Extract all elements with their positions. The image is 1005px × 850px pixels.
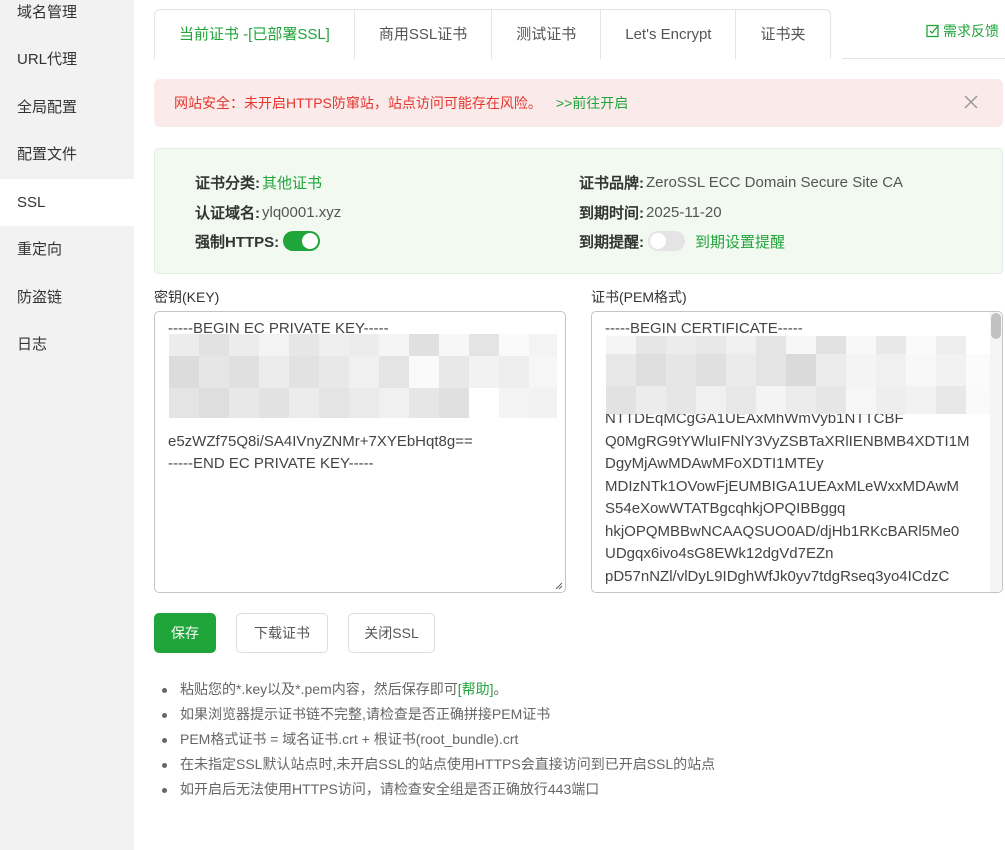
key-textarea[interactable]: -----BEGIN EC PRIVATE KEY----- e5zWZf75Q… — [154, 311, 566, 593]
alert-enable-link[interactable]: >>前往开启 — [556, 93, 628, 113]
tab-lets-encrypt[interactable]: Let's Encrypt — [601, 10, 737, 59]
list-item: 如开启后无法使用HTTPS访问，请检查安全组是否正确放行443端口 — [162, 777, 715, 802]
cert-scrollbar[interactable] — [990, 312, 1002, 592]
key-label: 密钥(KEY) — [154, 289, 220, 305]
tab-cert-folder[interactable]: 证书夹 — [736, 10, 829, 59]
force-https-label: 强制HTTPS: — [195, 233, 280, 251]
alert-text: 网站安全：未开启HTTPS防窜站，站点访问可能存在风险。 — [174, 95, 542, 111]
force-https-toggle[interactable] — [283, 231, 321, 251]
cert-label: 证书(PEM格式) — [591, 289, 687, 305]
tip-text: 粘贴您的*.key以及*.pem内容，然后保存即可 — [180, 681, 458, 697]
expire-reminder-label: 到期提醒: — [579, 233, 644, 251]
toggle-knob — [650, 233, 666, 249]
sidebar-item-hotlink[interactable]: 防盗链 — [0, 274, 134, 322]
cert-brand-value: ZeroSSL ECC Domain Secure Site CA — [646, 173, 904, 191]
tab-commercial-ssl[interactable]: 商用SSL证书 — [355, 10, 493, 59]
cert-category-value: 其他证书 — [262, 174, 323, 192]
cert-domain-row: 认证域名: ylq0001.xyz — [195, 201, 341, 223]
sidebar-item-redirect[interactable]: 重定向 — [0, 226, 134, 274]
tab-test-cert[interactable]: 测试证书 — [492, 10, 602, 59]
list-item: PEM格式证书 = 域名证书.crt + 根证书(root_bundle).cr… — [162, 727, 715, 752]
ssl-tabs: 当前证书 -[已部署SSL] 商用SSL证书 测试证书 Let's Encryp… — [154, 9, 831, 59]
close-ssl-button[interactable]: 关闭SSL — [348, 613, 435, 653]
sidebar-item-global-config[interactable]: 全局配置 — [0, 84, 134, 132]
tab-current-cert[interactable]: 当前证书 -[已部署SSL] — [155, 10, 355, 59]
sidebar-item-log[interactable]: 日志 — [0, 321, 134, 369]
download-cert-button[interactable]: 下载证书 — [236, 613, 328, 653]
cert-expire-row: 到期时间: 2025-11-20 — [579, 201, 722, 223]
edit-icon — [926, 24, 940, 38]
cert-category-label: 证书分类: — [195, 174, 260, 192]
cert-brand-row: 证书品牌: ZeroSSL ECC Domain Secure Site CA — [579, 171, 903, 193]
save-button[interactable]: 保存 — [154, 613, 216, 653]
cert-category-row: 证书分类: 其他证书 — [195, 171, 322, 193]
feedback-label: 需求反馈 — [943, 23, 999, 39]
cert-domain-value: ylq0001.xyz — [262, 203, 342, 221]
sidebar-item-domain[interactable]: 域名管理 — [0, 0, 134, 26]
security-alert: 网站安全：未开启HTTPS防窜站，站点访问可能存在风险。 >>前往开启 — [154, 79, 1003, 127]
sidebar-item-ssl[interactable]: SSL — [0, 178, 134, 226]
set-reminder-link[interactable]: 到期设置提醒 — [695, 231, 785, 252]
cert-expire-label: 到期时间: — [579, 204, 644, 222]
cert-textarea[interactable]: -----BEGIN CERTIFICATE----- NTTDEqMCgGA1… — [591, 311, 1003, 593]
cert-domain-label: 认证域名: — [195, 204, 260, 222]
expire-reminder-row: 到期提醒: 到期设置提醒 — [579, 230, 785, 252]
expire-reminder-toggle[interactable] — [648, 231, 685, 251]
sidebar-item-config-file[interactable]: 配置文件 — [0, 131, 134, 179]
scroll-thumb[interactable] — [991, 313, 1001, 339]
toggle-knob — [302, 233, 319, 249]
list-item: 在未指定SSL默认站点时,未开启SSL的站点使用HTTPS会直接访问到已开启SS… — [162, 752, 715, 777]
cert-expire-value: 2025-11-20 — [646, 203, 722, 221]
tabs-divider — [842, 58, 1005, 59]
resize-grip-icon[interactable] — [555, 582, 563, 590]
tip-text: 。 — [493, 681, 508, 697]
redacted-cert-blur — [606, 336, 992, 414]
redacted-key-blur — [169, 334, 557, 418]
close-icon[interactable] — [963, 94, 979, 110]
cert-brand-label: 证书品牌: — [579, 174, 644, 192]
tips-list: 粘贴您的*.key以及*.pem内容，然后保存即可[帮助]。 如果浏览器提示证书… — [162, 677, 715, 802]
force-https-row: 强制HTTPS: — [195, 230, 321, 252]
sidebar: 域名管理 URL代理 全局配置 配置文件 SSL 重定向 防盗链 日志 — [0, 0, 134, 850]
help-link[interactable]: [帮助] — [458, 681, 494, 697]
list-item: 如果浏览器提示证书链不完整,请检查是否正确拼接PEM证书 — [162, 702, 715, 727]
cert-info-panel: 证书分类: 其他证书 证书品牌: ZeroSSL ECC Domain Secu… — [154, 148, 1003, 274]
sidebar-item-url-proxy[interactable]: URL代理 — [0, 36, 134, 84]
list-item: 粘贴您的*.key以及*.pem内容，然后保存即可[帮助]。 — [162, 677, 715, 702]
feedback-link[interactable]: 需求反馈 — [926, 21, 999, 41]
